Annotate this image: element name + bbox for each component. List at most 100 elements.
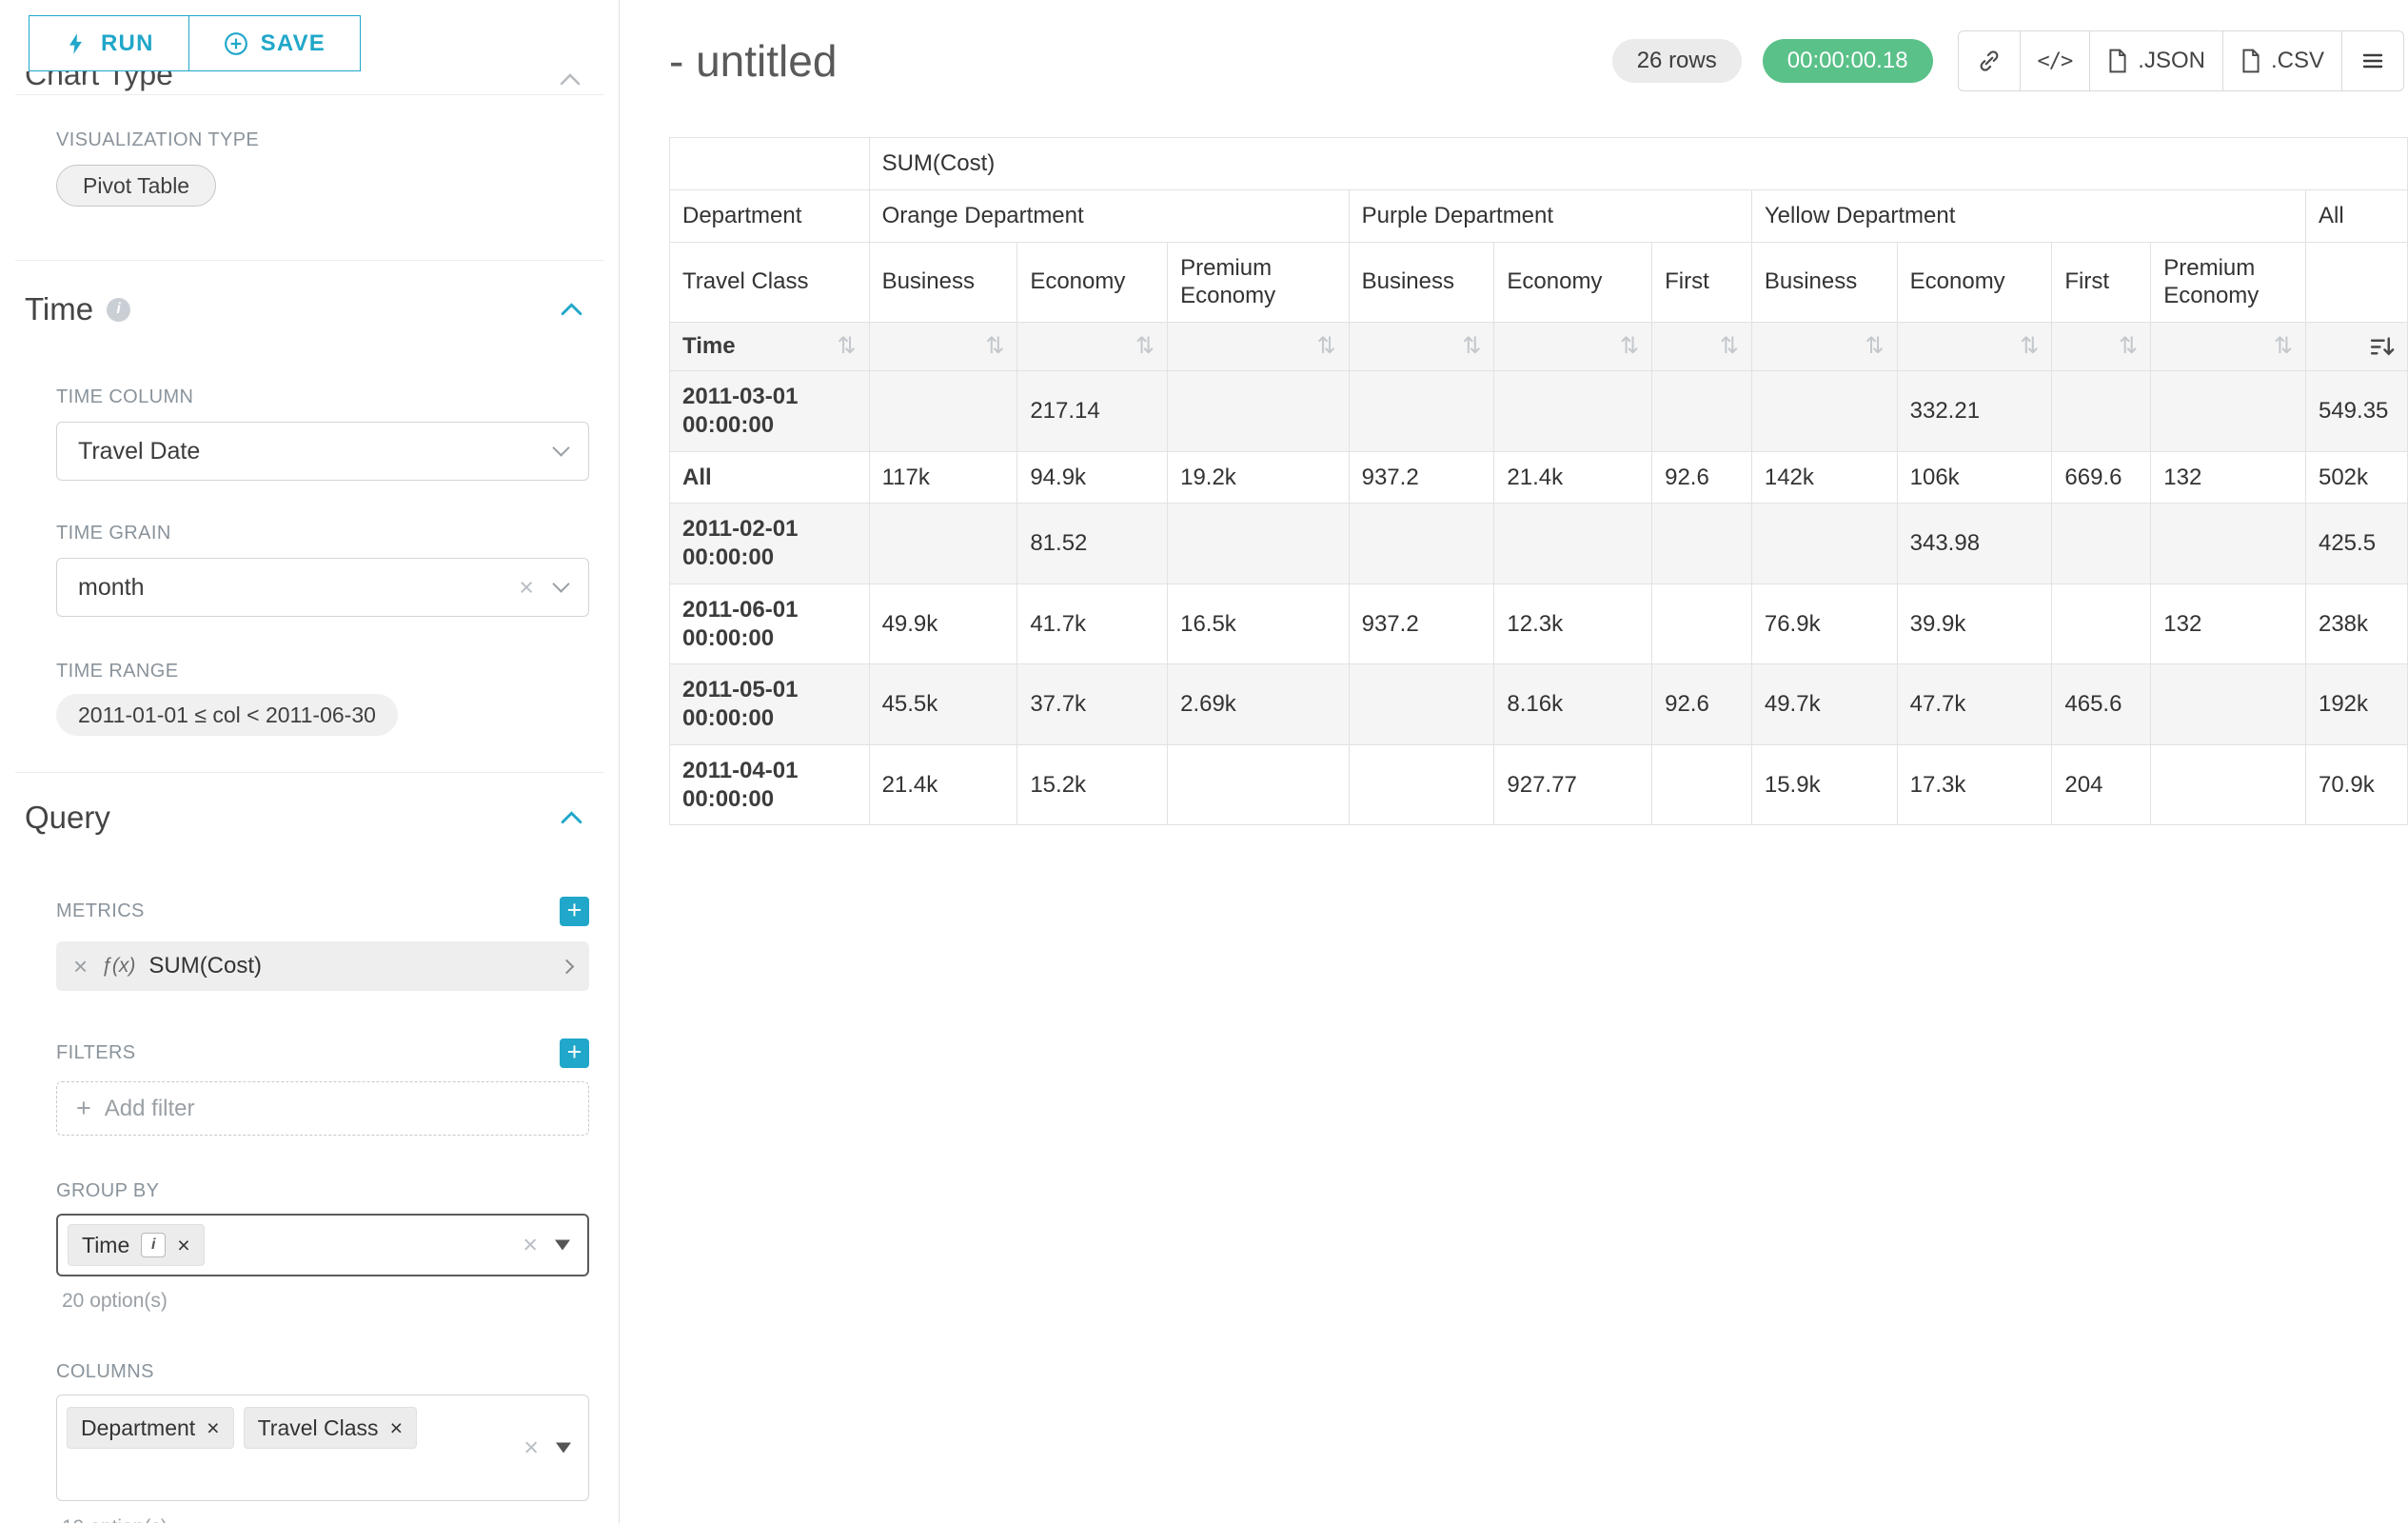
pivot-value-cell xyxy=(1349,504,1494,584)
subcol-header: Premium Economy xyxy=(2151,242,2306,323)
pivot-data-row: 2011-05-01 00:00:0045.5k37.7k2.69k8.16k9… xyxy=(670,664,2408,745)
clear-icon[interactable]: × xyxy=(523,1233,538,1258)
export-json-button[interactable]: .JSON xyxy=(2089,30,2223,91)
time-column-select[interactable]: Travel Date xyxy=(56,422,589,481)
visualization-type-label: VISUALIZATION TYPE xyxy=(56,129,619,151)
pivot-value-cell: 502k xyxy=(2305,451,2407,504)
subcol-header: Business xyxy=(1751,242,1897,323)
divider xyxy=(15,260,603,261)
pivot-value-cell: 937.2 xyxy=(1349,583,1494,664)
pivot-value-cell xyxy=(1349,744,1494,825)
pivot-sort-row: Time ⇅ ⇅ ⇅ ⇅ ⇅ ⇅ ⇅ ⇅ ⇅ ⇅ ⇅ xyxy=(670,323,2408,371)
add-metric-button[interactable]: + xyxy=(560,897,589,926)
collapse-chevron-up-icon[interactable] xyxy=(559,805,584,831)
run-button[interactable]: RUN xyxy=(29,15,189,71)
time-column-value: Travel Date xyxy=(78,438,200,465)
filters-header-row: FILTERS + xyxy=(56,1038,589,1068)
query-timer-badge: 00:00:00.18 xyxy=(1763,39,1933,83)
pivot-value-cell xyxy=(2151,371,2306,452)
visualization-type-button[interactable]: Pivot Table xyxy=(56,165,216,207)
col-axis-label: Department xyxy=(670,189,870,242)
plus-icon: + xyxy=(76,1096,91,1121)
sort-icon[interactable]: ⇅ xyxy=(2119,332,2138,361)
row-key-cell: 2011-06-01 00:00:00 xyxy=(670,583,870,664)
pivot-value-cell xyxy=(1168,504,1350,584)
pivot-value-cell: 39.9k xyxy=(1897,583,2052,664)
group-by-select[interactable]: Timei× × xyxy=(56,1214,589,1276)
collapse-chevron-up-icon[interactable] xyxy=(559,297,584,323)
sort-icon[interactable]: ⇅ xyxy=(1135,332,1155,361)
sort-icon[interactable]: ⇅ xyxy=(2274,332,2293,361)
save-button[interactable]: SAVE xyxy=(188,15,361,71)
caret-down-icon[interactable] xyxy=(556,1443,571,1454)
function-icon: ƒ(x) xyxy=(101,955,135,978)
row-key-cell: 2011-02-01 00:00:00 xyxy=(670,504,870,584)
pivot-value-cell: 238k xyxy=(2305,583,2407,664)
dimension-chip[interactable]: Timei× xyxy=(68,1224,205,1266)
pivot-value-cell xyxy=(2151,744,2306,825)
clear-icon[interactable]: × xyxy=(519,575,534,601)
pivot-value-cell: 81.52 xyxy=(1017,504,1168,584)
chevron-up-icon[interactable] xyxy=(558,71,582,92)
export-csv-button[interactable]: .CSV xyxy=(2222,30,2342,91)
sort-descending-active-icon[interactable] xyxy=(2369,334,2395,360)
sort-icon[interactable]: ⇅ xyxy=(837,332,856,361)
chip-label: Travel Class xyxy=(258,1415,379,1441)
row-axis-label: Time xyxy=(682,332,736,361)
code-icon: </> xyxy=(2038,49,2073,73)
add-filter-button[interactable]: + xyxy=(560,1038,589,1068)
sort-icon[interactable]: ⇅ xyxy=(985,332,1004,361)
embed-code-button[interactable]: </> xyxy=(2020,30,2091,91)
remove-chip-icon[interactable]: × xyxy=(207,1415,219,1441)
chevron-right-icon[interactable] xyxy=(560,959,575,974)
pivot-value-cell: 21.4k xyxy=(1494,451,1652,504)
sort-icon[interactable]: ⇅ xyxy=(1620,332,1639,361)
dimension-chip[interactable]: Department × xyxy=(67,1407,234,1449)
pivot-value-cell xyxy=(2052,504,2151,584)
remove-chip-icon[interactable]: × xyxy=(390,1415,403,1441)
pivot-value-cell: 12.3k xyxy=(1494,583,1652,664)
subcol-header xyxy=(2305,242,2407,323)
subcol-header: First xyxy=(1652,242,1752,323)
remove-metric-icon[interactable]: × xyxy=(73,952,88,981)
time-column-label: TIME COLUMN xyxy=(56,386,619,408)
pivot-value-cell xyxy=(1494,371,1652,452)
sort-icon[interactable]: ⇅ xyxy=(1865,332,1885,361)
pivot-value-cell xyxy=(1751,504,1897,584)
group-header: All xyxy=(2305,189,2407,242)
sort-icon[interactable]: ⇅ xyxy=(1317,332,1336,361)
columns-select[interactable]: Department × Travel Class × × xyxy=(56,1394,589,1501)
group-by-options-count: 20 option(s) xyxy=(62,1290,619,1313)
chart-header-controls: 26 rows 00:00:00.18 </> .JSON . xyxy=(1612,30,2404,91)
link-icon xyxy=(1977,49,2002,73)
time-grain-select[interactable]: month × xyxy=(56,558,589,617)
info-badge-icon: i xyxy=(141,1233,166,1257)
sort-icon[interactable]: ⇅ xyxy=(2020,332,2039,361)
pivot-value-cell: 16.5k xyxy=(1168,583,1350,664)
pivot-value-cell: 8.16k xyxy=(1494,664,1652,745)
pivot-value-cell: 343.98 xyxy=(1897,504,2052,584)
pivot-value-cell: 92.6 xyxy=(1652,664,1752,745)
corner-cell xyxy=(670,138,870,190)
time-range-pill[interactable]: 2011-01-01 ≤ col < 2011-06-30 xyxy=(56,694,398,736)
metric-item[interactable]: × ƒ(x) SUM(Cost) xyxy=(56,941,589,991)
pivot-value-cell: 70.9k xyxy=(2305,744,2407,825)
menu-button[interactable] xyxy=(2341,30,2404,91)
clear-icon[interactable]: × xyxy=(523,1435,539,1461)
pivot-value-cell xyxy=(1652,744,1752,825)
caret-down-icon[interactable] xyxy=(555,1240,570,1251)
time-grain-label: TIME GRAIN xyxy=(56,523,619,544)
pivot-value-cell xyxy=(2052,583,2151,664)
copy-link-button[interactable] xyxy=(1958,30,2021,91)
group-header: Orange Department xyxy=(869,189,1349,242)
pivot-value-cell: 19.2k xyxy=(1168,451,1350,504)
pivot-value-cell: 47.7k xyxy=(1897,664,2052,745)
sort-icon[interactable]: ⇅ xyxy=(1462,332,1481,361)
pivot-value-cell xyxy=(1494,504,1652,584)
dimension-chip[interactable]: Travel Class × xyxy=(244,1407,417,1449)
add-filter-placeholder: Add filter xyxy=(105,1096,195,1122)
remove-chip-icon[interactable]: × xyxy=(177,1233,189,1258)
chip-label: Department xyxy=(81,1415,195,1441)
add-filter-dropzone[interactable]: + Add filter xyxy=(56,1081,589,1136)
sort-icon[interactable]: ⇅ xyxy=(1720,332,1739,361)
